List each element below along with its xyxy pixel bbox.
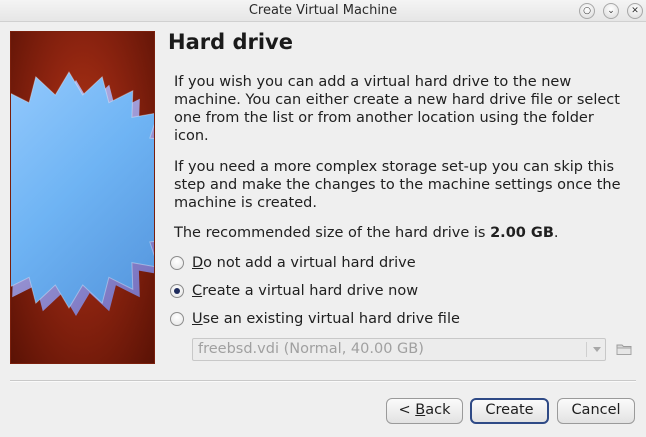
- existing-disk-value: freebsd.vdi (Normal, 40.00 GB): [198, 341, 424, 357]
- recommended-size-text: The recommended size of the hard drive i…: [174, 224, 629, 242]
- existing-disk-select[interactable]: freebsd.vdi (Normal, 40.00 GB): [192, 338, 606, 361]
- close-icon: ✕: [631, 6, 639, 16]
- option-existing-disk[interactable]: Use an existing virtual hard drive file: [170, 309, 460, 329]
- mnemonic: C: [192, 283, 203, 299]
- option-create-disk-label: Create a virtual hard drive now: [192, 283, 418, 299]
- starburst-graphic: [11, 71, 154, 316]
- recommended-size-prefix: The recommended size of the hard drive i…: [174, 225, 491, 241]
- back-arrow: <: [398, 402, 416, 418]
- label-rest: reate a virtual hard drive now: [202, 283, 419, 299]
- storage-hint-text: If you need a more complex storage set-u…: [174, 159, 621, 211]
- back-button[interactable]: < Back: [386, 398, 463, 424]
- folder-icon: [616, 344, 632, 355]
- radio-existing-disk[interactable]: [170, 312, 184, 326]
- choose-disk-file-button[interactable]: [614, 339, 634, 359]
- cancel-button[interactable]: Cancel: [557, 398, 635, 424]
- mnemonic: U: [192, 311, 203, 327]
- chevron-down-icon: ⌄: [607, 6, 615, 16]
- button-separator: [10, 380, 636, 382]
- chevron-down-icon: [593, 347, 601, 352]
- mnemonic: B: [415, 402, 426, 418]
- radio-no-disk[interactable]: [170, 256, 184, 270]
- help-button[interactable]: ○: [579, 3, 595, 19]
- close-button[interactable]: ✕: [627, 3, 643, 19]
- minimize-button[interactable]: ⌄: [603, 3, 619, 19]
- recommended-size-suffix: .: [553, 225, 559, 241]
- option-no-disk[interactable]: Do not add a virtual hard drive: [170, 253, 416, 273]
- option-existing-disk-label: Use an existing virtual hard drive file: [192, 311, 460, 327]
- window-title: Create Virtual Machine: [248, 3, 398, 18]
- page-title: Hard drive: [168, 30, 293, 54]
- create-button[interactable]: Create: [470, 398, 549, 424]
- back-label-rest: ack: [425, 402, 451, 418]
- wizard-illustration: [10, 31, 155, 364]
- label-rest: se an existing virtual hard drive file: [202, 311, 460, 327]
- recommended-size-value: 2.00 GB: [490, 225, 554, 241]
- label-rest: o not add a virtual hard drive: [203, 255, 416, 271]
- combo-divider: [586, 342, 587, 357]
- intro-text: If you wish you can add a virtual hard d…: [174, 74, 620, 144]
- radio-create-disk[interactable]: [170, 284, 184, 298]
- option-no-disk-label: Do not add a virtual hard drive: [192, 255, 416, 271]
- title-bar[interactable]: Create Virtual Machine ○ ⌄ ✕: [0, 0, 646, 22]
- mnemonic: D: [192, 255, 204, 271]
- help-icon: ○: [583, 6, 591, 16]
- option-create-disk[interactable]: Create a virtual hard drive now: [170, 281, 418, 301]
